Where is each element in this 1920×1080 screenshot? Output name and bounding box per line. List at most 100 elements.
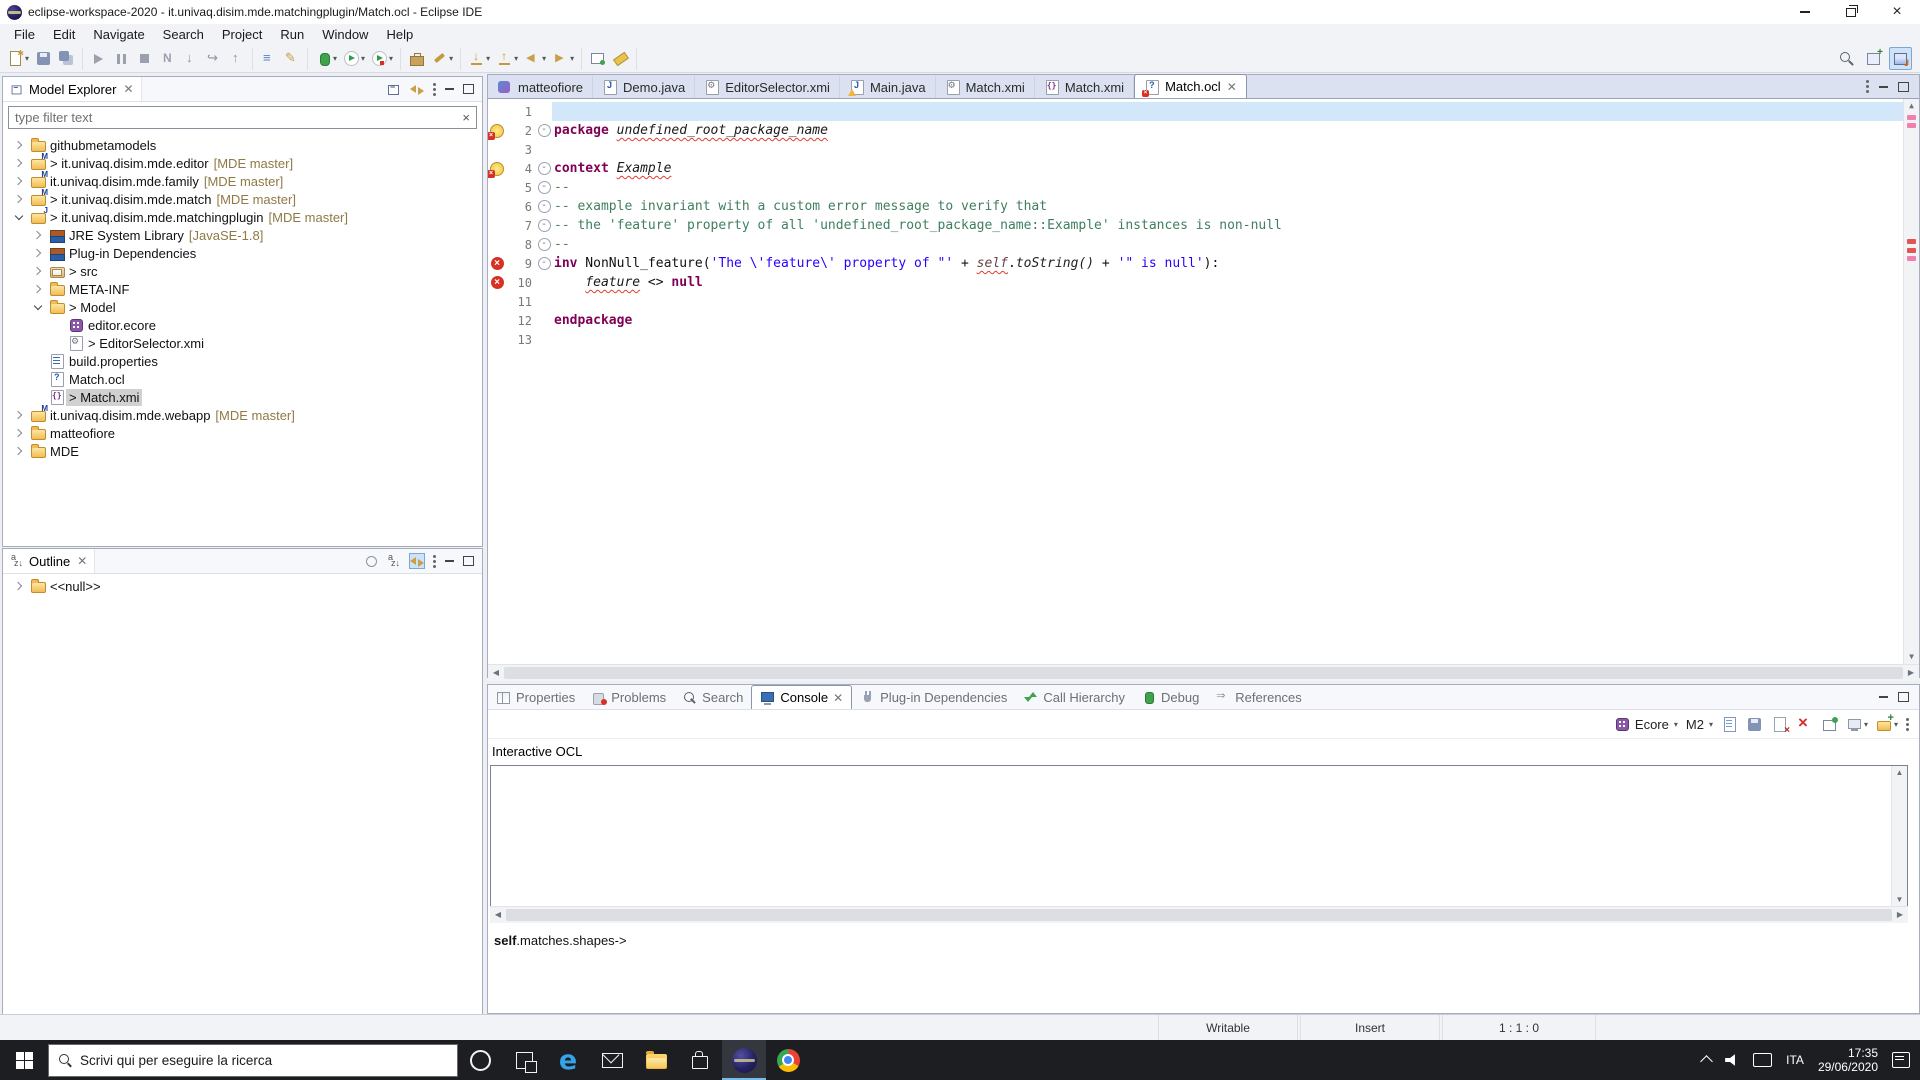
close-tab-icon[interactable]: ✕ <box>1227 80 1237 94</box>
debug-suspend-button[interactable] <box>110 47 133 70</box>
outline-item[interactable]: <<null>> <box>3 577 482 595</box>
close-button[interactable]: × <box>1874 0 1920 24</box>
maximize-view-icon[interactable] <box>463 84 474 94</box>
expand-icon[interactable] <box>11 443 27 459</box>
export-button[interactable]: ▾ <box>493 47 521 70</box>
open-console-button[interactable] <box>257 47 280 70</box>
forward-button[interactable]: ▾ <box>549 47 577 70</box>
ocl-code-editor[interactable]: 12-package undefined_root_package_name34… <box>488 99 1919 664</box>
expand-icon[interactable] <box>30 263 46 279</box>
taskbar-app-mail[interactable] <box>590 1040 634 1080</box>
console-tab-problems[interactable]: Problems <box>583 686 674 709</box>
remove-launches-button[interactable] <box>1796 713 1813 733</box>
scroll-left-icon[interactable]: ◀ <box>488 665 504 680</box>
menu-project[interactable]: Project <box>213 25 271 44</box>
import-button[interactable]: ▾ <box>465 47 493 70</box>
tree-item[interactable]: > Model <box>3 298 482 316</box>
editor-tab-main.java[interactable]: Main.java <box>840 76 936 98</box>
tree-item[interactable]: > it.univaq.disim.mde.match[MDE master] <box>3 188 482 208</box>
java-perspective-button[interactable] <box>1889 47 1912 70</box>
console-tab-properties[interactable]: Properties <box>488 686 583 709</box>
editor-tab-match.ocl[interactable]: × Match.ocl ✕ <box>1134 74 1247 98</box>
clear-filter-icon[interactable]: × <box>462 110 470 125</box>
scroll-down-icon[interactable]: ▼ <box>1892 893 1907 907</box>
dropdown-arrow-icon[interactable]: ▾ <box>333 54 337 63</box>
expand-icon[interactable] <box>11 191 27 207</box>
fold-collapse-icon[interactable]: - <box>537 238 551 251</box>
tree-item[interactable]: > src <box>3 262 482 280</box>
clear-console-button[interactable] <box>1771 716 1790 736</box>
collapse-icon[interactable] <box>30 299 46 315</box>
menu-run[interactable]: Run <box>271 25 313 44</box>
console-tab-plug-in-dependencies[interactable]: Plug-in Dependencies <box>852 686 1015 709</box>
step-return-button[interactable] <box>225 47 248 70</box>
warning-marker-icon[interactable] <box>488 123 504 140</box>
restore-button[interactable] <box>1828 0 1874 24</box>
annotation-mark[interactable] <box>1907 248 1916 253</box>
link-with-editor-icon[interactable] <box>409 553 425 569</box>
scroll-right-icon[interactable]: ▶ <box>1892 907 1908 922</box>
model-explorer-view-tab[interactable]: Model Explorer ✕ <box>3 77 142 101</box>
level-select[interactable]: M2 ▾ <box>1686 717 1713 732</box>
tree-item[interactable]: > Match.xmi <box>3 388 482 406</box>
tree-item[interactable]: > EditorSelector.xmi <box>3 334 482 352</box>
debug-button[interactable]: ▾ <box>312 47 340 70</box>
menu-help[interactable]: Help <box>377 25 422 44</box>
open-console-new-button[interactable]: ▾ <box>1876 712 1898 733</box>
save-button[interactable] <box>32 47 55 70</box>
coverage-button[interactable]: ▾ <box>368 47 396 70</box>
save-all-button[interactable] <box>55 47 78 70</box>
expand-icon[interactable] <box>11 425 27 441</box>
pin-console-button[interactable] <box>1821 716 1838 733</box>
start-button[interactable] <box>0 1040 48 1080</box>
dropdown-arrow-icon[interactable]: ▾ <box>361 54 365 63</box>
menu-search[interactable]: Search <box>154 25 213 44</box>
error-marker-icon[interactable]: × <box>490 257 504 270</box>
taskbar-app-file-explorer[interactable] <box>634 1040 678 1080</box>
scroll-right-icon[interactable]: ▶ <box>1903 665 1919 680</box>
view-menu-icon[interactable] <box>433 82 436 86</box>
show-hidden-icons-icon[interactable] <box>1700 1055 1714 1068</box>
error-marker-icon[interactable]: × <box>490 276 504 289</box>
dropdown-arrow-icon[interactable]: ▾ <box>570 54 574 63</box>
open-toolbox-button[interactable] <box>405 47 428 70</box>
tree-item[interactable]: > it.univaq.disim.mde.matchingplugin[MDE… <box>3 206 482 226</box>
step-into-button[interactable] <box>179 47 202 70</box>
console-tab-console[interactable]: Console ✕ <box>751 685 853 709</box>
maximize-view-icon[interactable] <box>463 556 474 566</box>
taskbar-search-input[interactable]: Scrivi qui per eseguire la ricerca <box>48 1043 458 1077</box>
sort-icon[interactable] <box>387 552 401 568</box>
scroll-down-icon[interactable]: ▼ <box>1904 650 1919 664</box>
taskbar-app-edge[interactable]: e <box>546 1040 590 1080</box>
display-console-button[interactable]: ▾ <box>1846 716 1868 733</box>
fold-collapse-icon[interactable]: - <box>537 257 551 270</box>
step-over-button[interactable] <box>202 47 225 70</box>
taskbar-app-eclipse[interactable] <box>722 1040 766 1080</box>
fold-collapse-icon[interactable]: - <box>537 162 551 175</box>
tree-item[interactable]: META-INF <box>3 280 482 298</box>
tree-item[interactable]: matteofiore <box>3 424 482 442</box>
view-menu-icon[interactable] <box>1906 717 1909 721</box>
new-file-button[interactable] <box>1721 716 1738 733</box>
editor-tab-editorselector.xmi[interactable]: EditorSelector.xmi <box>695 76 840 98</box>
minimize-button[interactable] <box>1782 0 1828 24</box>
dropdown-arrow-icon[interactable]: ▾ <box>449 54 453 63</box>
fold-collapse-icon[interactable]: - <box>537 219 551 232</box>
console-horizontal-scrollbar[interactable]: ◀ ▶ <box>490 906 1908 923</box>
fold-collapse-icon[interactable]: - <box>537 181 551 194</box>
run-button[interactable]: ▾ <box>340 47 368 70</box>
mark-occurrences-button[interactable] <box>609 47 632 70</box>
debug-resume-button[interactable] <box>87 47 110 70</box>
expand-icon[interactable] <box>30 281 46 297</box>
dropdown-arrow-icon[interactable]: ▾ <box>514 54 518 63</box>
taskbar-app-task-view[interactable] <box>502 1040 546 1080</box>
view-menu-icon[interactable] <box>433 554 436 558</box>
editor-tab-matteofiore[interactable]: matteofiore <box>488 76 594 98</box>
console-tab-references[interactable]: References <box>1207 686 1309 709</box>
view-menu-icon[interactable] <box>1866 80 1869 83</box>
dropdown-arrow-icon[interactable]: ▾ <box>389 54 393 63</box>
maximize-view-icon[interactable] <box>1898 81 1909 92</box>
touch-keyboard-icon[interactable] <box>1753 1053 1773 1067</box>
editor-vertical-scrollbar[interactable]: ▲ ▼ <box>1903 99 1919 664</box>
menu-file[interactable]: File <box>5 25 44 44</box>
